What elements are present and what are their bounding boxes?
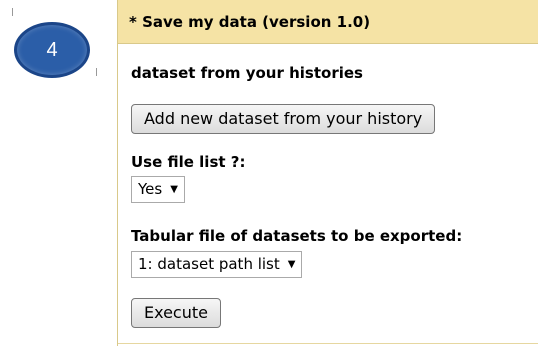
tabular-file-label: Tabular file of datasets to be exported:	[131, 227, 463, 245]
section-label: dataset from your histories	[131, 64, 363, 82]
tool-title-header: * Save my data (version 1.0)	[118, 0, 538, 44]
margin-tick-top	[12, 8, 13, 16]
add-dataset-button[interactable]: Add new dataset from your history	[131, 104, 436, 134]
step-number-badge: 4	[14, 22, 90, 78]
caret-down-icon: ▼	[287, 259, 296, 270]
tool-title: * Save my data (version 1.0)	[129, 13, 371, 31]
use-file-list-value: Yes	[138, 180, 163, 198]
tool-form-panel: * Save my data (version 1.0) dataset fro…	[117, 0, 538, 346]
caret-down-icon: ▼	[170, 184, 178, 195]
step-number: 4	[46, 38, 58, 61]
execute-button[interactable]: Execute	[131, 298, 221, 328]
tabular-file-value: 1: dataset path list	[138, 255, 280, 273]
tabular-file-select[interactable]: 1: dataset path list ▼	[131, 251, 303, 278]
panel-bottom-border	[118, 343, 538, 344]
margin-tick-right	[96, 68, 97, 76]
use-file-list-label: Use file list ?:	[131, 153, 246, 171]
use-file-list-select[interactable]: Yes ▼	[131, 176, 185, 203]
